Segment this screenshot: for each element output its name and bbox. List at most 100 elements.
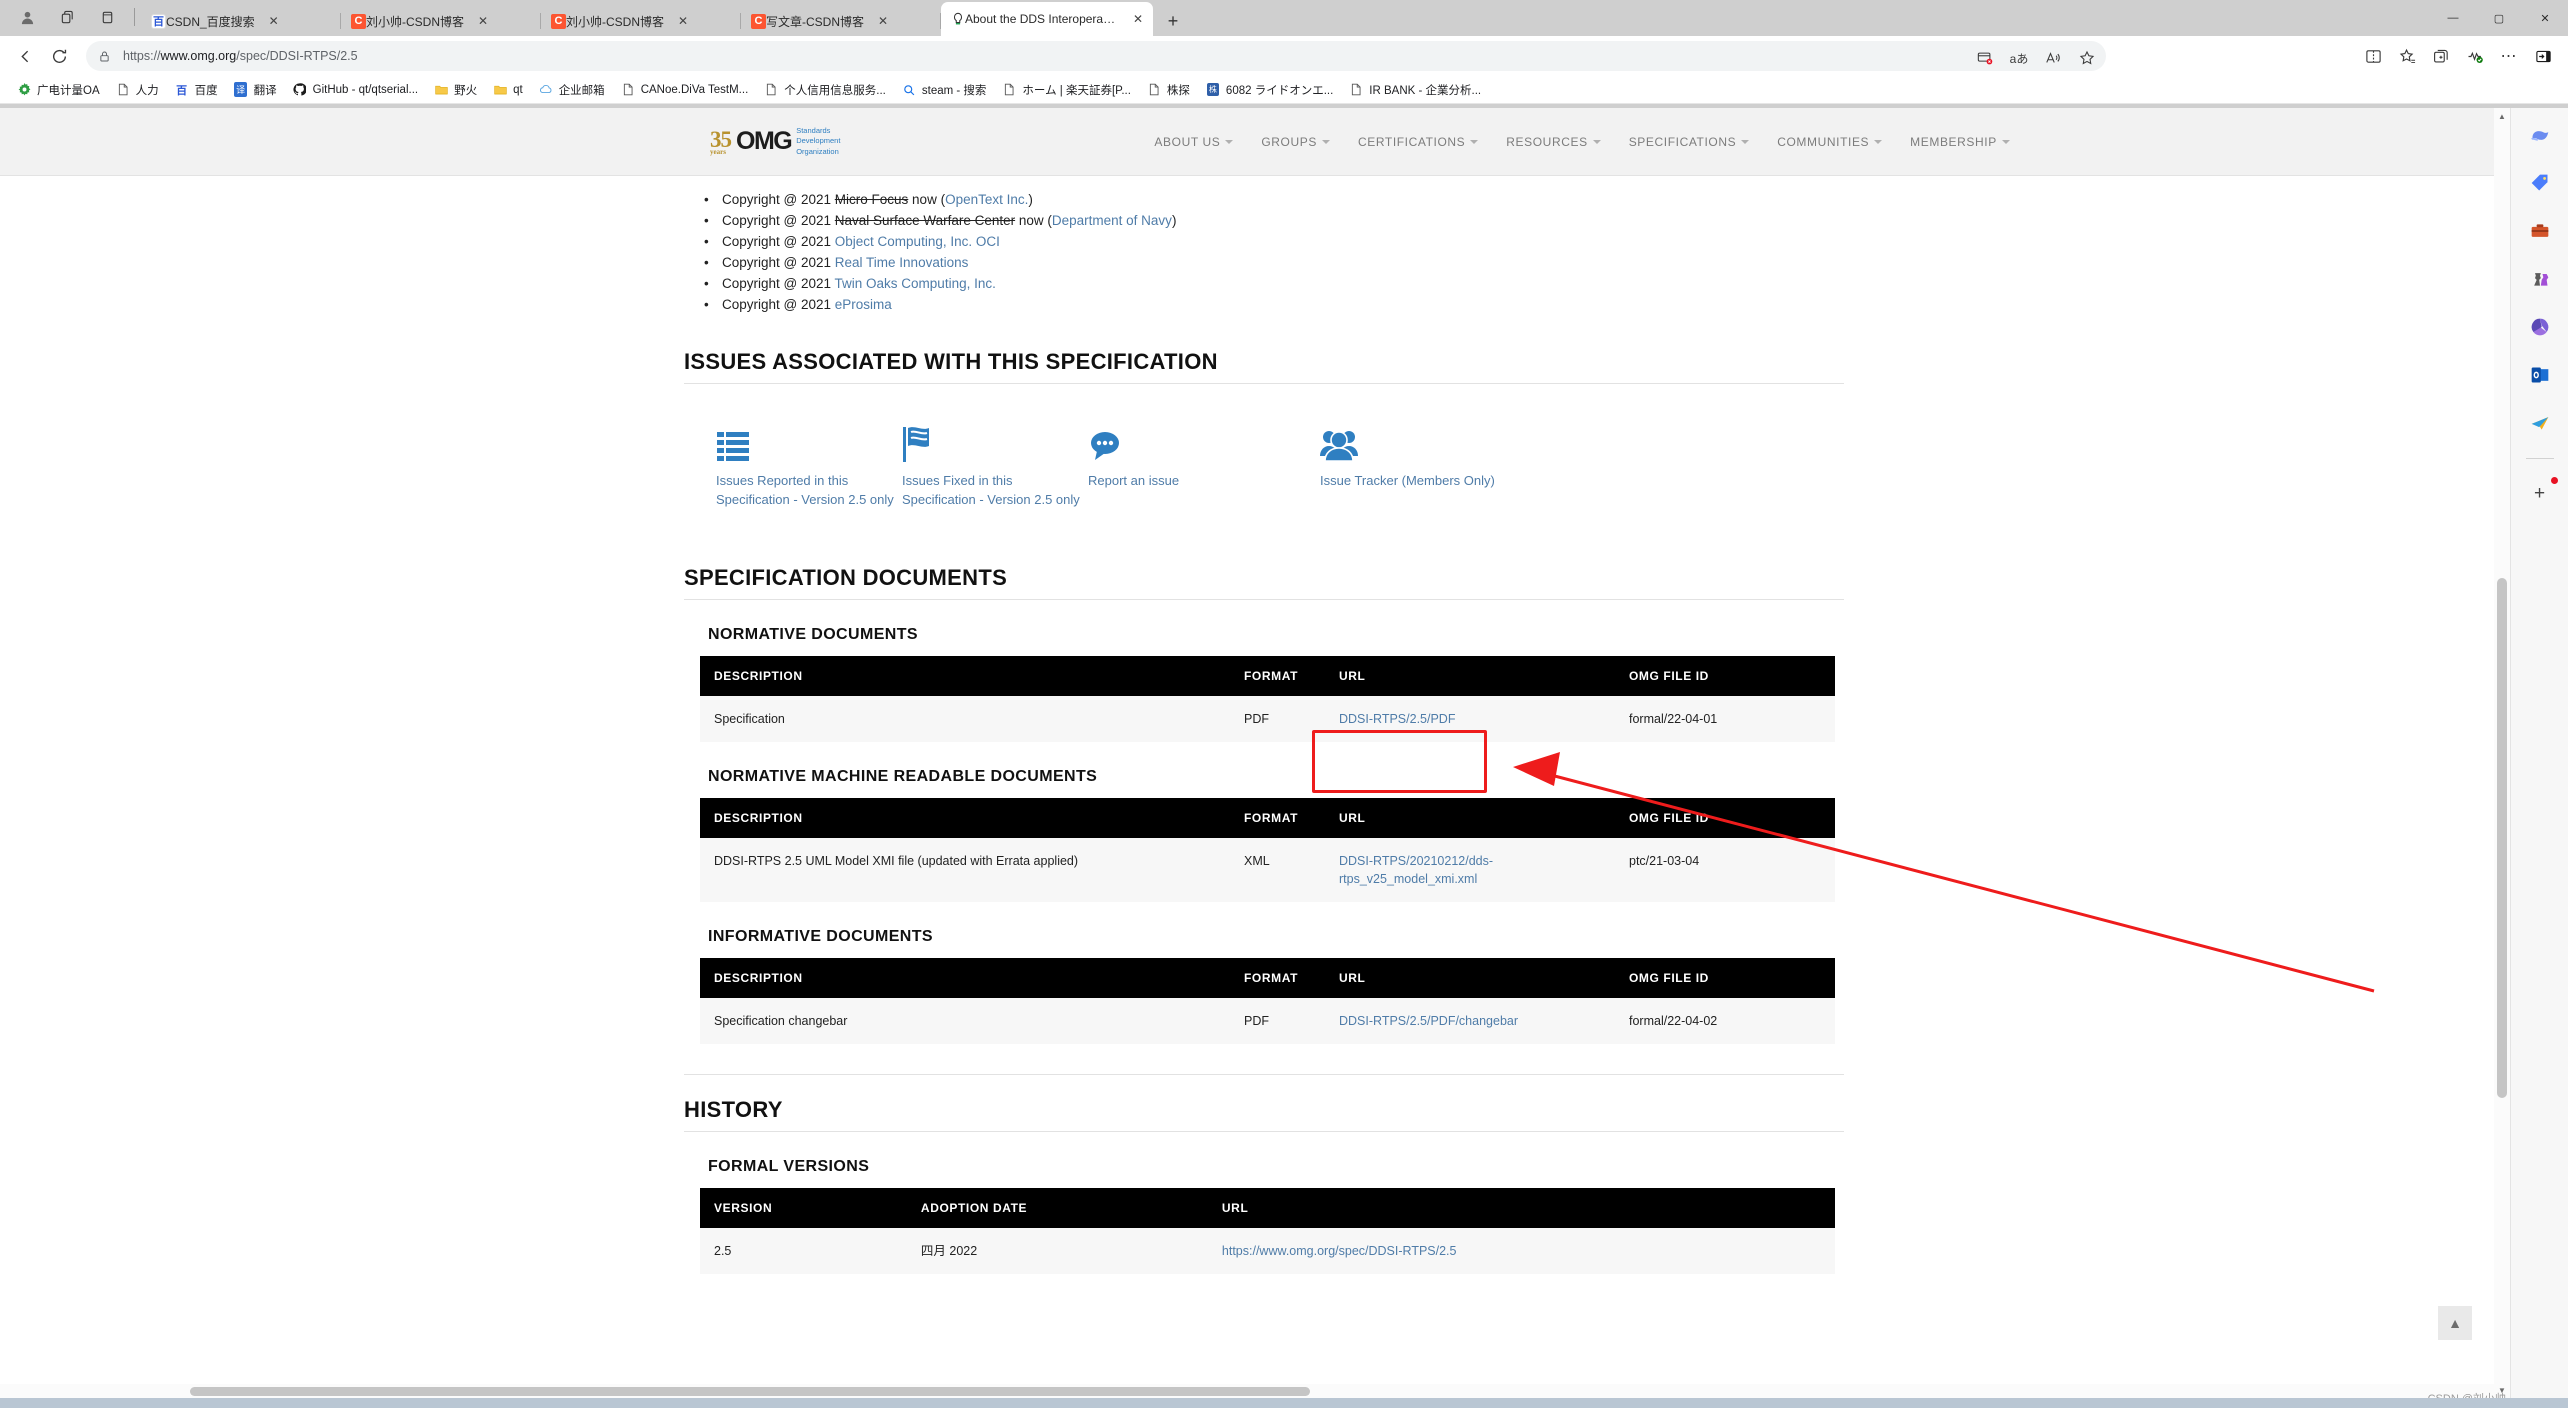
- bookmark-item[interactable]: 广电计量OA: [10, 79, 107, 101]
- bookmark-label: CANoe.DiVa TestM...: [640, 83, 749, 96]
- omg-logo[interactable]: 35 years OMG Standards Development Organiz…: [710, 126, 840, 156]
- copyright-org-link[interactable]: OpenText Inc.: [945, 192, 1028, 207]
- reload-button[interactable]: [42, 40, 76, 72]
- nav-item-label: SPECIFICATIONS: [1628, 134, 1737, 149]
- version-url-link[interactable]: https://www.omg.org/spec/DDSI-RTPS/2.5: [1222, 1244, 1457, 1258]
- tools-icon[interactable]: [2523, 214, 2557, 248]
- sidebar-toggle-icon[interactable]: [2526, 40, 2560, 72]
- baidu-favicon: 百: [151, 13, 166, 29]
- bookmark-item[interactable]: CANoe.DiVa TestM...: [614, 79, 756, 101]
- normative-pdf-link[interactable]: DDSI-RTPS/2.5/PDF: [1339, 712, 1455, 726]
- add-favorite-icon[interactable]: [2070, 42, 2104, 74]
- horizontal-scrollbar-thumb[interactable]: [190, 1387, 1310, 1396]
- bookmark-item[interactable]: ホーム | 楽天証券[P...: [995, 79, 1138, 101]
- issue-link-report[interactable]: Report an issue: [1088, 418, 1320, 509]
- maximize-button[interactable]: ▢: [2476, 0, 2522, 36]
- nav-item[interactable]: CERTIFICATIONS: [1344, 135, 1492, 149]
- copyright-org-link[interactable]: Department of Navy: [1052, 213, 1172, 228]
- col-description: DESCRIPTION: [700, 798, 1230, 838]
- bookmark-item[interactable]: steam - 搜索: [895, 79, 994, 101]
- chevron-down-icon: [1741, 139, 1750, 144]
- favorites-icon[interactable]: [2390, 40, 2424, 72]
- vertical-tabs-icon[interactable]: [88, 2, 126, 32]
- bookmark-item[interactable]: 企业邮箱: [532, 79, 612, 101]
- copyright-org-link[interactable]: Real Time Innovations: [835, 255, 969, 270]
- games-icon[interactable]: [2523, 262, 2557, 296]
- browser-tab[interactable]: C 写文章-CSDN博客 ✕: [741, 6, 941, 36]
- issue-link-label: Issues Fixed in this Specification - Ver…: [902, 473, 1080, 507]
- issue-link-reported[interactable]: Issues Reported in this Specification - …: [716, 418, 902, 509]
- nav-item[interactable]: COMMUNITIES: [1763, 135, 1896, 149]
- settings-more-icon[interactable]: ⋯: [2492, 40, 2526, 72]
- bookmark-item[interactable]: GitHub - qt/qtserial...: [286, 79, 425, 101]
- browser-tab[interactable]: C 刘小帅-CSDN博客 ✕: [541, 6, 741, 36]
- copyright-org-link[interactable]: Twin Oaks Computing, Inc.: [835, 276, 996, 291]
- close-button[interactable]: ✕: [2522, 0, 2568, 36]
- tab-close-icon[interactable]: ✕: [265, 12, 283, 30]
- scroll-up-arrow[interactable]: ▲: [2494, 108, 2510, 124]
- tab-close-icon[interactable]: ✕: [1129, 10, 1147, 28]
- bookmark-item[interactable]: 野火: [427, 79, 484, 101]
- outlook-icon[interactable]: [2523, 358, 2557, 392]
- office-icon[interactable]: [2523, 310, 2557, 344]
- collections-icon[interactable]: [2424, 40, 2458, 72]
- bookmark-item[interactable]: 人力: [109, 79, 166, 101]
- vertical-scrollbar-thumb[interactable]: [2497, 578, 2507, 1098]
- tab-close-icon[interactable]: ✕: [874, 12, 892, 30]
- bookmark-item[interactable]: IR BANK - 企業分析...: [1342, 79, 1488, 101]
- kabu-icon: 株: [1206, 83, 1219, 96]
- nav-item[interactable]: ABOUT US: [1140, 135, 1247, 149]
- tab-close-icon[interactable]: ✕: [474, 12, 492, 30]
- divider: [684, 1074, 1844, 1075]
- changebar-link[interactable]: DDSI-RTPS/2.5/PDF/changebar: [1339, 1014, 1518, 1028]
- browser-tab[interactable]: C 刘小帅-CSDN博客 ✕: [341, 6, 541, 36]
- bookmark-item[interactable]: qt: [486, 79, 530, 101]
- browser-essentials-icon[interactable]: [2458, 40, 2492, 72]
- col-omg-file-id: OMG FILE ID: [1615, 958, 1835, 998]
- copyright-suffix: ): [1171, 213, 1177, 228]
- page-icon: [116, 83, 130, 97]
- machine-xmi-link[interactable]: DDSI-RTPS/20210212/dds-rtps_v25_model_xm…: [1339, 854, 1493, 886]
- read-aloud-icon[interactable]: [2036, 42, 2070, 74]
- nav-item[interactable]: MEMBERSHIP: [1896, 135, 2024, 149]
- bookmark-label: ホーム | 楽天証券[P...: [1022, 84, 1131, 97]
- split-payment-icon[interactable]: [1968, 42, 2002, 74]
- back-button[interactable]: [8, 40, 42, 72]
- bookmark-item[interactable]: 个人信用信息服务...: [757, 79, 893, 101]
- copilot-icon[interactable]: [2523, 118, 2557, 152]
- browser-tab-active[interactable]: About the DDS Interoperability W ✕: [941, 2, 1153, 36]
- minimize-button[interactable]: —: [2430, 0, 2476, 36]
- copyright-org-link[interactable]: eProsima: [835, 297, 892, 312]
- send-icon[interactable]: [2523, 406, 2557, 440]
- vertical-scrollbar[interactable]: ▲ ▼: [2494, 108, 2510, 1398]
- bookmark-label: 株探: [1166, 84, 1190, 97]
- new-tab-button[interactable]: +: [1157, 6, 1189, 36]
- translate-icon[interactable]: aあ: [2002, 42, 2036, 74]
- nav-item[interactable]: GROUPS: [1247, 135, 1344, 149]
- add-sidebar-app-icon[interactable]: +: [2523, 477, 2558, 511]
- bookmark-label: 企业邮箱: [558, 84, 605, 97]
- bookmark-item[interactable]: 株探: [1140, 79, 1197, 101]
- tab-title: 刘小帅-CSDN博客: [566, 14, 664, 29]
- browser-tab[interactable]: 百 CSDN_百度搜索 ✕: [141, 6, 341, 36]
- cell-description: Specification: [700, 696, 1230, 742]
- horizontal-scrollbar[interactable]: [0, 1384, 2510, 1398]
- back-to-top-button[interactable]: ▲: [2438, 1306, 2472, 1340]
- shopping-tag-icon[interactable]: [2523, 166, 2557, 200]
- col-omg-file-id: OMG FILE ID: [1615, 798, 1835, 838]
- bookmark-item[interactable]: 株 6082 ライドオンエ...: [1199, 79, 1340, 101]
- bookmark-item[interactable]: 译 翻译: [227, 79, 284, 101]
- address-bar[interactable]: https://www.omg.org/spec/DDSI-RTPS/2.5 a…: [86, 41, 2106, 71]
- issue-link-fixed[interactable]: Issues Fixed in this Specification - Ver…: [902, 418, 1088, 509]
- tab-actions-icon[interactable]: [48, 2, 86, 32]
- nav-item-label: ABOUT US: [1154, 134, 1221, 149]
- cell-url: https://www.omg.org/spec/DDSI-RTPS/2.5: [1207, 1228, 1835, 1274]
- issue-link-tracker[interactable]: Issue Tracker (Members Only): [1320, 418, 1506, 509]
- split-screen-icon[interactable]: [2356, 40, 2390, 72]
- nav-item[interactable]: RESOURCES: [1492, 135, 1614, 149]
- copyright-org-link[interactable]: Object Computing, Inc. OCI: [835, 234, 1000, 249]
- profile-icon[interactable]: [8, 2, 46, 32]
- bookmark-item[interactable]: 百 百度: [168, 79, 225, 101]
- tab-close-icon[interactable]: ✕: [674, 12, 692, 30]
- nav-item[interactable]: SPECIFICATIONS: [1615, 135, 1764, 149]
